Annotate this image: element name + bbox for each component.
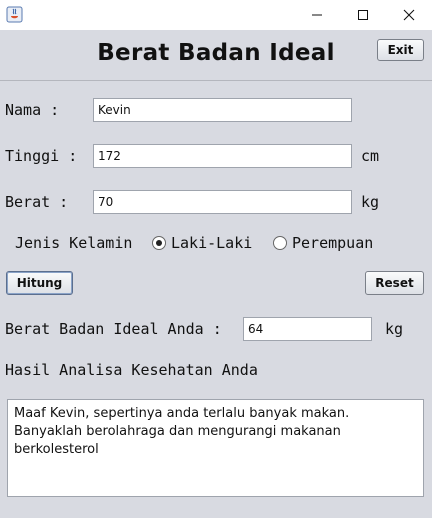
- radio-perempuan-label[interactable]: Perempuan: [292, 234, 373, 252]
- maximize-icon: [358, 10, 368, 20]
- berat-label: Berat :: [5, 193, 69, 211]
- title-bar: [0, 0, 432, 30]
- minimize-icon: [312, 14, 322, 16]
- exit-button[interactable]: Exit: [377, 39, 424, 61]
- tinggi-label: Tinggi :: [5, 147, 78, 165]
- analysis-line: Banyaklah berolahraga dan mengurangi mak…: [14, 424, 341, 457]
- java-app-icon: [6, 6, 23, 23]
- tinggi-field[interactable]: 172: [93, 144, 352, 168]
- header-divider: [0, 80, 432, 81]
- close-button[interactable]: [386, 0, 432, 30]
- radio-laki-laki-label[interactable]: Laki-Laki: [171, 234, 252, 252]
- hitung-button[interactable]: Hitung: [6, 271, 73, 295]
- nama-label: Nama :: [5, 101, 60, 119]
- radio-laki-laki[interactable]: [152, 236, 166, 250]
- maximize-button[interactable]: [340, 0, 386, 30]
- tinggi-unit: cm: [361, 147, 380, 165]
- berat-unit: kg: [361, 193, 380, 211]
- close-icon: [403, 9, 415, 21]
- analysis-textarea[interactable]: Maaf Kevin, sepertinya anda terlalu bany…: [7, 399, 424, 497]
- page-title: Berat Badan Ideal: [97, 40, 335, 66]
- berat-field[interactable]: 70: [93, 190, 352, 214]
- ideal-weight-label: Berat Badan Ideal Anda :: [5, 320, 222, 338]
- analysis-line: Maaf Kevin, sepertinya anda terlalu bany…: [14, 406, 350, 421]
- analysis-heading: Hasil Analisa Kesehatan Anda: [5, 361, 258, 379]
- ideal-weight-unit: kg: [385, 320, 404, 338]
- ideal-weight-field[interactable]: 64: [243, 317, 372, 341]
- radio-selected-dot: [156, 240, 162, 246]
- reset-button[interactable]: Reset: [365, 271, 424, 295]
- minimize-button[interactable]: [294, 0, 340, 30]
- jenis-kelamin-label: Jenis Kelamin: [15, 234, 133, 252]
- nama-field[interactable]: Kevin: [93, 98, 352, 122]
- radio-perempuan[interactable]: [273, 236, 287, 250]
